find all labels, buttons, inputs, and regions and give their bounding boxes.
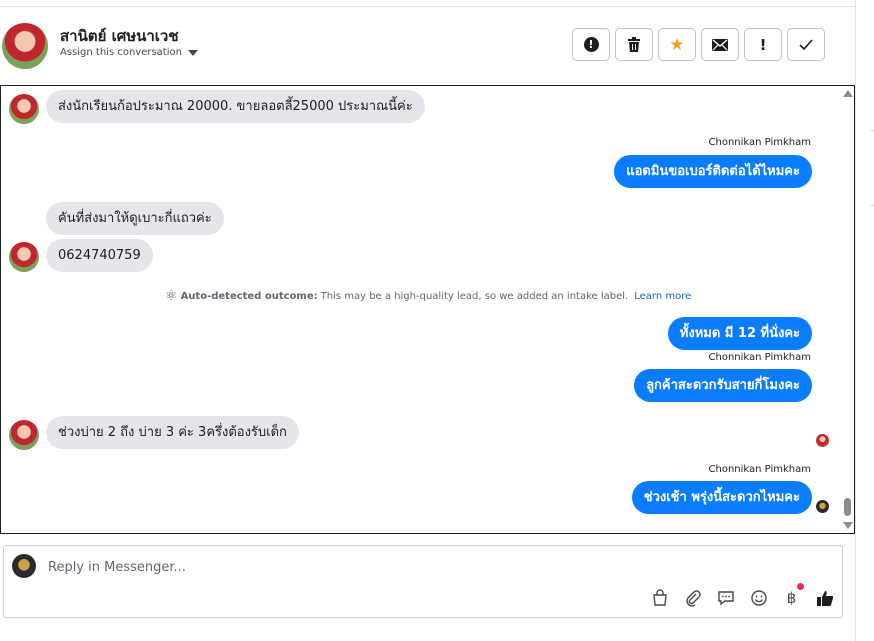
auto-detected-text: This may be a high-quality lead, so we a… — [320, 290, 629, 302]
shop-bag-button[interactable] — [650, 588, 669, 607]
seen-indicator-avatar — [816, 434, 829, 447]
assign-label: Assign this conversation — [60, 47, 182, 58]
saved-replies-button[interactable] — [716, 588, 735, 607]
scroll-up-arrow-icon[interactable] — [843, 90, 853, 97]
learn-more-link[interactable]: Learn more — [634, 291, 691, 302]
paperclip-icon — [685, 589, 701, 607]
sender-name: Chonnikan Pimkham — [708, 464, 811, 475]
composer-actions: ฿ — [650, 583, 834, 607]
shopping-bag-icon — [652, 588, 667, 606]
outgoing-message: ทั้งหมด มี 12 ที่นั่งคะ — [667, 317, 812, 350]
like-button[interactable] — [815, 588, 834, 607]
atom-icon: ⚛ — [165, 288, 178, 304]
auto-detected-notice: ⚛ Auto-detected outcome: This may be a h… — [165, 288, 691, 304]
seen-indicator-avatar — [816, 500, 829, 513]
thread-scrollbar[interactable] — [840, 86, 854, 533]
notification-dot — [797, 583, 804, 590]
conversation-panel: สานิตย์ เศษนาเวช Assign this conversatio… — [0, 0, 855, 641]
delete-button[interactable] — [615, 28, 653, 61]
outgoing-message: ช่วงเช้า พรุ่งนี้สะดวกไหมคะ — [631, 481, 812, 514]
smiley-icon — [750, 589, 767, 606]
conversation-toolbar: ! ★ ! — [572, 28, 825, 61]
reply-input[interactable] — [48, 555, 648, 579]
outgoing-message: ลูกค้าสะดวกรับสายกี่โมงคะ — [634, 369, 812, 402]
assign-conversation-dropdown[interactable]: Assign this conversation — [60, 47, 198, 58]
mark-unread-button[interactable] — [701, 28, 739, 61]
auto-detected-label: Auto-detected outcome: — [180, 290, 318, 302]
incoming-message: ช่วงบ่าย 2 ถึง บ่าย 3 ค่ะ 3ครึ่งต้องรับเ… — [46, 416, 299, 449]
sidebar-divider — [870, 130, 874, 131]
sidebar-divider — [870, 205, 874, 206]
scrollbar-thumb[interactable] — [844, 498, 851, 516]
caret-down-icon — [187, 50, 198, 56]
contact-message-avatar — [9, 242, 39, 272]
mark-spam-button[interactable]: ! — [572, 28, 610, 61]
mark-done-button[interactable] — [787, 28, 825, 61]
right-sidebar-edge — [855, 0, 874, 641]
contact-message-avatar — [9, 94, 39, 124]
exclamation-icon: ! — [759, 35, 767, 54]
baht-icon: ฿ — [786, 588, 797, 607]
page-avatar — [12, 554, 36, 578]
contact-name[interactable]: สานิตย์ เศษนาเวช — [60, 24, 179, 48]
sender-name: Chonnikan Pimkham — [708, 137, 811, 148]
reply-composer: ฿ — [3, 545, 843, 618]
scroll-down-arrow-icon[interactable] — [843, 522, 853, 529]
incoming-message: 0624740759 — [46, 239, 153, 272]
outgoing-message: แอดมินขอเบอร์ติดต่อได้ไหมคะ — [614, 155, 812, 188]
thumbs-up-icon — [816, 590, 833, 606]
check-icon — [799, 39, 813, 50]
conversation-header: สานิตย์ เศษนาเวช Assign this conversatio… — [0, 7, 855, 85]
message-thread[interactable]: ส่งนักเรียนก้อประมาณ 20000. ขายลอตลี้250… — [0, 85, 855, 534]
contact-message-avatar — [9, 420, 39, 450]
follow-up-button[interactable]: ! — [744, 28, 782, 61]
sender-name: Chonnikan Pimkham — [708, 352, 811, 363]
alert-circle-icon: ! — [583, 37, 599, 52]
chat-bubble-icon — [717, 590, 734, 605]
payment-button[interactable]: ฿ — [782, 583, 804, 607]
emoji-button[interactable] — [749, 588, 768, 607]
attach-button[interactable] — [683, 588, 702, 607]
incoming-message: คันที่ส่งมาให้ดูเบาะกี่แถวค่ะ — [46, 202, 224, 235]
incoming-message: ส่งนักเรียนก้อประมาณ 20000. ขายลอตลี้250… — [46, 90, 425, 123]
trash-icon — [628, 37, 640, 52]
star-icon: ★ — [669, 34, 685, 55]
contact-avatar[interactable] — [2, 23, 48, 69]
star-button[interactable]: ★ — [658, 28, 696, 61]
envelope-icon — [712, 38, 728, 51]
